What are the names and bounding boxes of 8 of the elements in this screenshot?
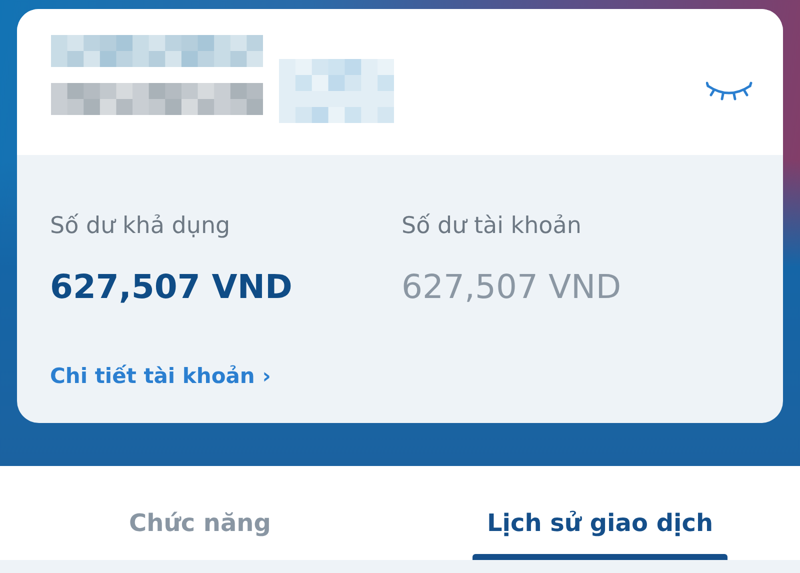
balance-label: Số dư tài khoản <box>402 212 582 241</box>
tab[interactable]: Lịch sử giao dịch <box>486 466 714 552</box>
balance-label: Số dư khả dụng <box>50 212 230 241</box>
eye-closed-icon[interactable] <box>706 80 753 102</box>
balance-amount: 627,507 VND <box>50 266 292 308</box>
account-details-link[interactable]: Chi tiết tài khoản › <box>50 361 271 392</box>
balance-amount: 627,507 VND <box>402 266 622 308</box>
tab[interactable]: Chức năng <box>129 466 271 552</box>
